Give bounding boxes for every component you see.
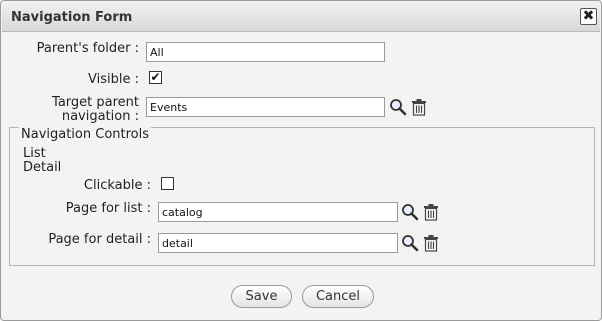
nav-item-detail: Detail bbox=[23, 160, 62, 175]
page-for-detail-label: Page for detail : bbox=[48, 232, 151, 247]
cancel-button[interactable]: Cancel bbox=[302, 285, 374, 308]
dialog-titlebar: Navigation Form ✖ bbox=[2, 2, 600, 32]
nav-item-list: List bbox=[23, 146, 46, 161]
parents-folder-input[interactable] bbox=[146, 42, 385, 62]
search-icon[interactable] bbox=[401, 203, 419, 221]
target-parent-label-line2: navigation : bbox=[61, 109, 139, 124]
trash-icon[interactable] bbox=[410, 98, 428, 116]
page-for-list-input[interactable] bbox=[158, 202, 398, 222]
page-for-list-label: Page for list : bbox=[65, 201, 151, 216]
search-icon[interactable] bbox=[389, 98, 407, 116]
clickable-checkbox[interactable] bbox=[161, 177, 174, 190]
navigation-form-dialog: Navigation Form ✖ Parent's folder : Visi… bbox=[0, 0, 602, 321]
close-icon[interactable]: ✖ bbox=[580, 8, 597, 25]
navigation-controls-legend: Navigation Controls bbox=[19, 127, 152, 142]
visible-label: Visible : bbox=[88, 72, 139, 87]
parents-folder-label: Parent's folder : bbox=[36, 41, 139, 56]
target-parent-label-line1: Target parent bbox=[52, 95, 139, 110]
target-parent-input[interactable] bbox=[146, 97, 385, 117]
visible-checkbox[interactable]: ✔ bbox=[149, 71, 162, 84]
trash-icon[interactable] bbox=[422, 234, 440, 252]
dialog-title: Navigation Form bbox=[11, 10, 133, 25]
search-icon[interactable] bbox=[401, 234, 419, 252]
save-button[interactable]: Save bbox=[231, 285, 292, 308]
trash-icon[interactable] bbox=[422, 203, 440, 221]
clickable-label: Clickable : bbox=[83, 178, 151, 193]
page-for-detail-input[interactable] bbox=[158, 233, 398, 253]
